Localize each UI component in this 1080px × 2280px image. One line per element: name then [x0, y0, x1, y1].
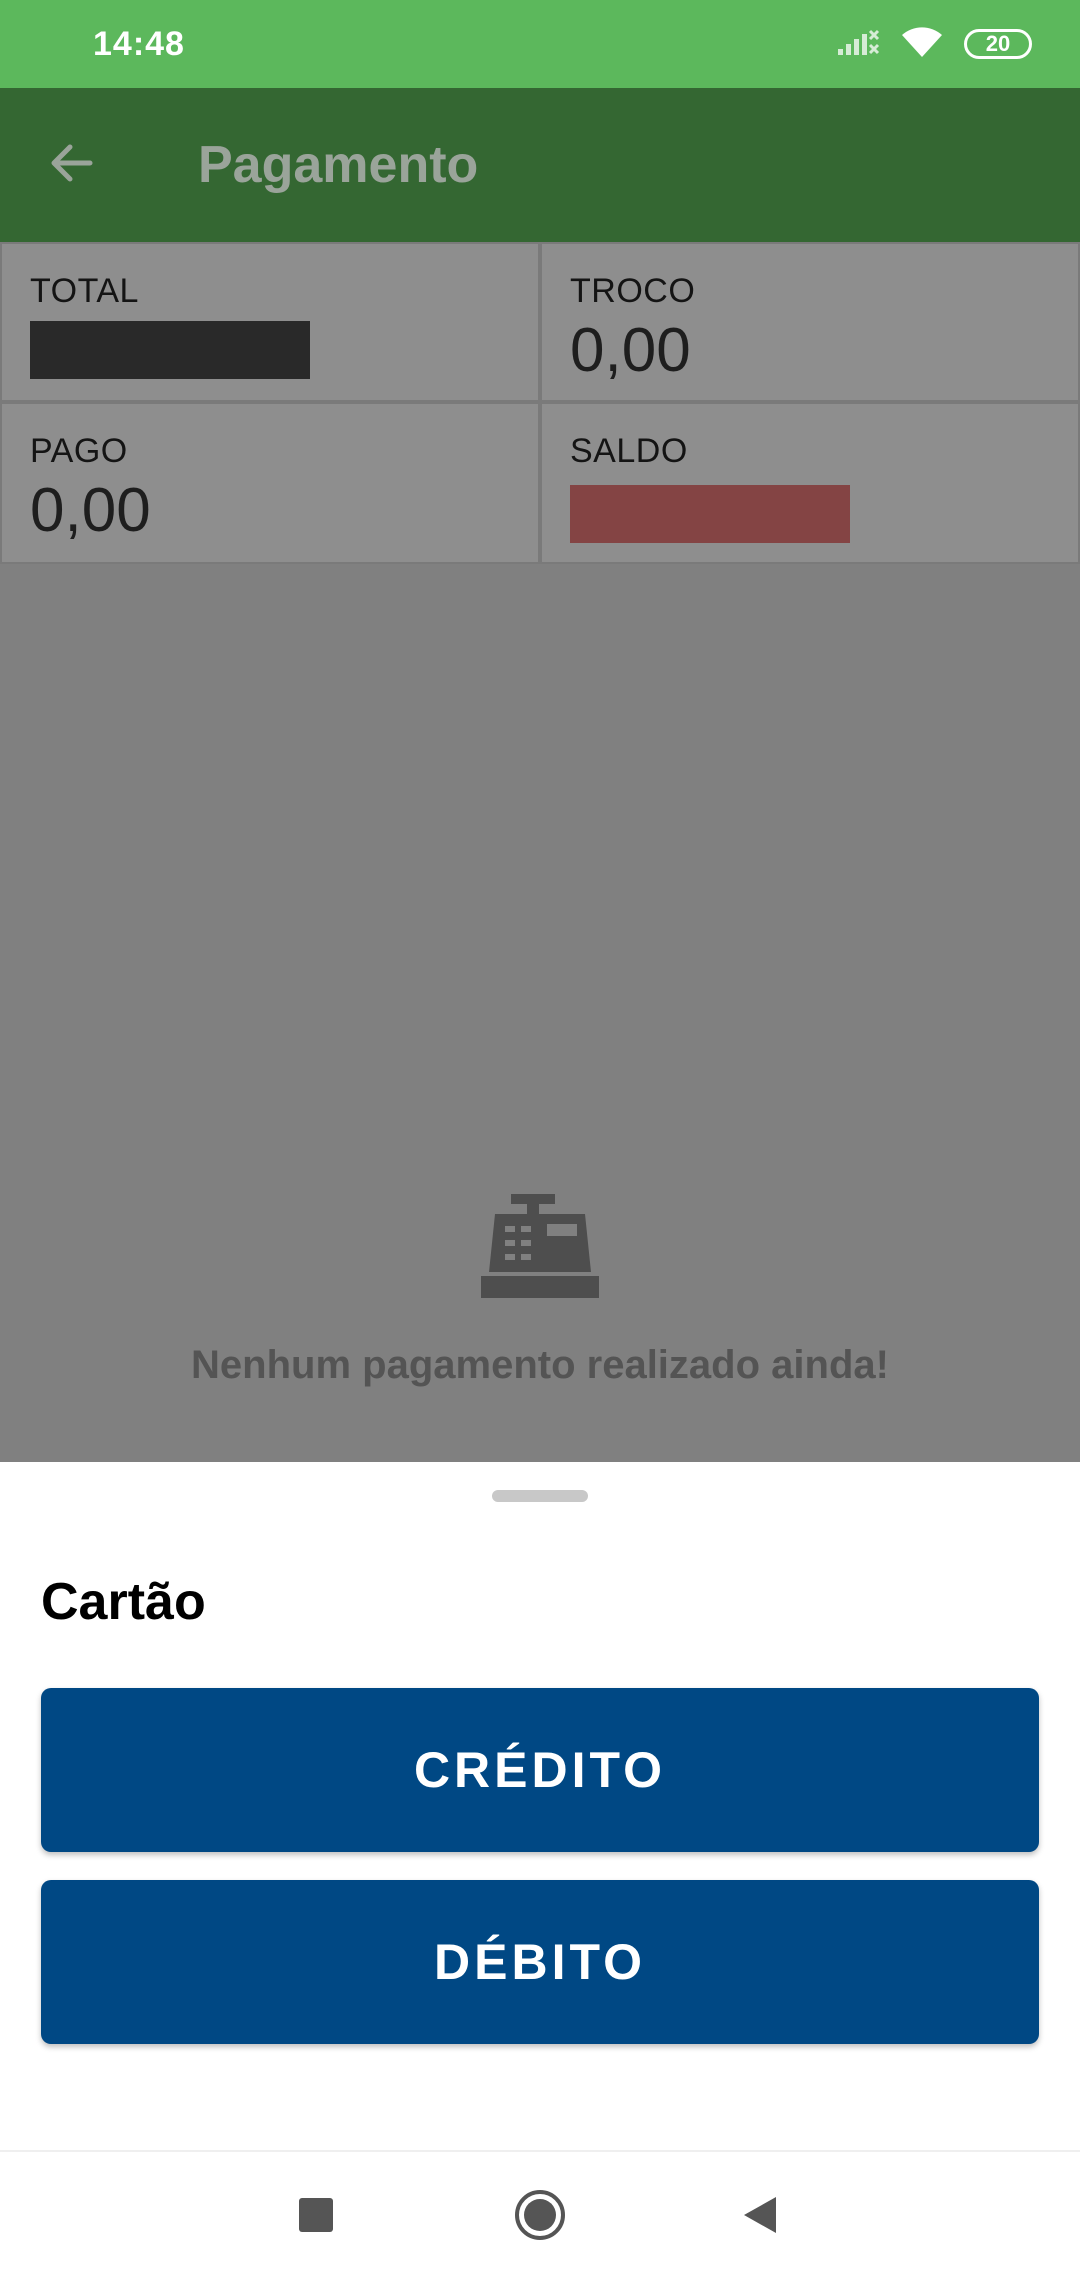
home-button[interactable]	[480, 2152, 600, 2280]
back-triangle-icon	[742, 2195, 778, 2240]
home-circle-icon	[513, 2188, 567, 2247]
total-label: TOTAL	[30, 272, 139, 310]
battery-level: 20	[985, 31, 1011, 56]
troco-label: TROCO	[570, 272, 696, 310]
sheet-drag-handle[interactable]	[492, 1490, 588, 1502]
saldo-value-redacted	[570, 485, 850, 543]
troco-value: 0,00	[570, 316, 691, 385]
pago-label: PAGO	[30, 432, 128, 470]
card-type-bottom-sheet: Cartão CRÉDITO DÉBITO	[0, 1462, 1080, 2150]
saldo-label: SALDO	[570, 432, 688, 470]
cash-register-icon	[481, 1194, 599, 1302]
status-bar: 14:48 20	[0, 0, 1080, 88]
total-cell: TOTAL	[0, 242, 540, 402]
empty-state: Nenhum pagamento realizado ainda!	[0, 1192, 1080, 1388]
total-value-redacted	[30, 321, 310, 379]
pago-cell: PAGO 0,00	[0, 402, 540, 564]
back-button[interactable]	[0, 88, 144, 242]
recents-square-icon	[298, 2197, 334, 2238]
payments-list-area: Nenhum pagamento realizado ainda!	[0, 564, 1080, 1462]
empty-message: Nenhum pagamento realizado ainda!	[191, 1343, 889, 1387]
saldo-cell: SALDO	[540, 402, 1080, 564]
troco-cell: TROCO 0,00	[540, 242, 1080, 402]
app-bar: Pagamento	[0, 88, 1080, 242]
status-time: 14:48	[93, 24, 185, 63]
debit-button[interactable]: DÉBITO	[41, 1880, 1039, 2044]
pago-value: 0,00	[30, 476, 151, 545]
arrow-left-icon	[48, 139, 96, 192]
payment-summary: TOTAL TROCO 0,00 PAGO 0,00 SALDO	[0, 242, 1080, 564]
battery-icon: 20	[964, 29, 1032, 59]
status-icons: 20	[836, 25, 1032, 64]
signal-icon	[836, 27, 880, 62]
system-nav-bar	[0, 2150, 1080, 2280]
screen: 14:48 20 Pagamento TOTAL TROCO 0,00 PAGO…	[0, 0, 1080, 2280]
page-title: Pagamento	[198, 136, 479, 194]
nav-back-button[interactable]	[700, 2152, 820, 2280]
sheet-title: Cartão	[41, 1573, 206, 1631]
credit-button[interactable]: CRÉDITO	[41, 1688, 1039, 1852]
recents-button[interactable]	[256, 2152, 376, 2280]
wifi-icon	[900, 25, 944, 64]
